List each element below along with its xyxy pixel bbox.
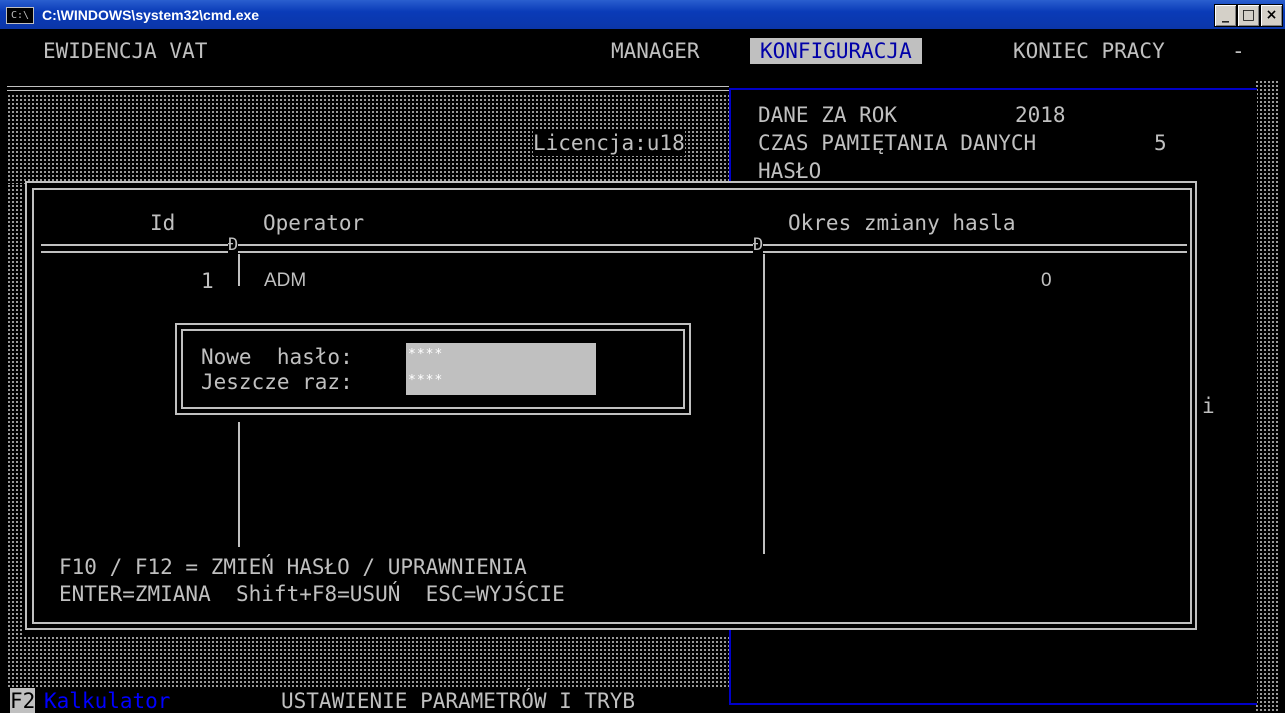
menu-item-konfiguracja[interactable]: KONFIGURACJA — [750, 38, 922, 64]
console-area: EWIDENCJA VAT MANAGER KONFIGURACJA KONIE… — [7, 32, 1278, 713]
new-password-label: Nowe hasło: — [201, 345, 353, 369]
header-separator — [41, 244, 1187, 253]
year-label: DANE ZA ROK — [758, 103, 898, 127]
top-divider — [7, 86, 729, 91]
app-title: EWIDENCJA VAT — [43, 39, 208, 63]
console-app-icon[interactable]: C:\ — [6, 7, 34, 24]
year-value[interactable]: 2018 — [1015, 102, 1066, 128]
column-divider-2 — [763, 254, 765, 554]
window-title: C:\WINDOWS\system32\cmd.exe — [42, 7, 260, 23]
repeat-password-field[interactable]: **** — [406, 369, 596, 395]
help-line-2: ENTER=ZMIANA Shift+F8=USUŃ ESC=WYJŚCIE — [59, 582, 565, 606]
column-header-id: Id — [150, 211, 176, 235]
row-period: 0 — [1041, 270, 1052, 291]
config-side-char: i — [1202, 394, 1215, 418]
maximize-button[interactable]: □ — [1237, 4, 1260, 27]
close-button[interactable]: × — [1260, 4, 1283, 27]
help-line-1: F10 / F12 = ZMIEŃ HASŁO / UPRAWNIENIA — [59, 555, 527, 579]
row-operator: ADM — [264, 270, 307, 291]
status-mode-text: USTAWIENIE PARAMETRÓW I TRYB — [281, 689, 636, 713]
calculator-shortcut[interactable]: Kalkulator — [44, 688, 170, 713]
separator-joint-2: Đ — [753, 234, 764, 256]
window-titlebar[interactable]: C:\ C:\WINDOWS\system32\cmd.exe _ □ × — [0, 0, 1285, 29]
background-pattern-left — [7, 184, 23, 636]
table-row[interactable]: 1 ADM 0 — [41, 268, 1187, 296]
retention-label: CZAS PAMIĘTANIA DANYCH — [758, 131, 1037, 155]
retention-value[interactable]: 5 — [1154, 130, 1167, 156]
column-header-operator: Operator — [263, 211, 365, 235]
separator-joint-1: Đ — [228, 234, 239, 256]
column-divider-1-lower — [238, 422, 240, 547]
menu-item-dash[interactable]: - — [1232, 38, 1245, 64]
f2-key[interactable]: F2 — [10, 688, 36, 713]
column-header-period: Okres zmiany hasla — [788, 211, 1016, 235]
menu-bar: EWIDENCJA VAT MANAGER KONFIGURACJA KONIE… — [7, 32, 1278, 68]
background-pattern-right — [1255, 80, 1278, 713]
menu-item-manager[interactable]: MANAGER — [611, 38, 700, 64]
menu-item-koniec-pracy[interactable]: KONIEC PRACY — [1013, 38, 1165, 64]
licence-label: Licencja:u18 — [533, 130, 685, 156]
row-id: 1 — [201, 269, 214, 293]
repeat-password-label: Jeszcze raz: — [201, 370, 353, 394]
background-pattern-bottom — [7, 636, 729, 688]
minimize-button[interactable]: _ — [1214, 4, 1237, 27]
new-password-field[interactable]: **** — [406, 343, 596, 369]
